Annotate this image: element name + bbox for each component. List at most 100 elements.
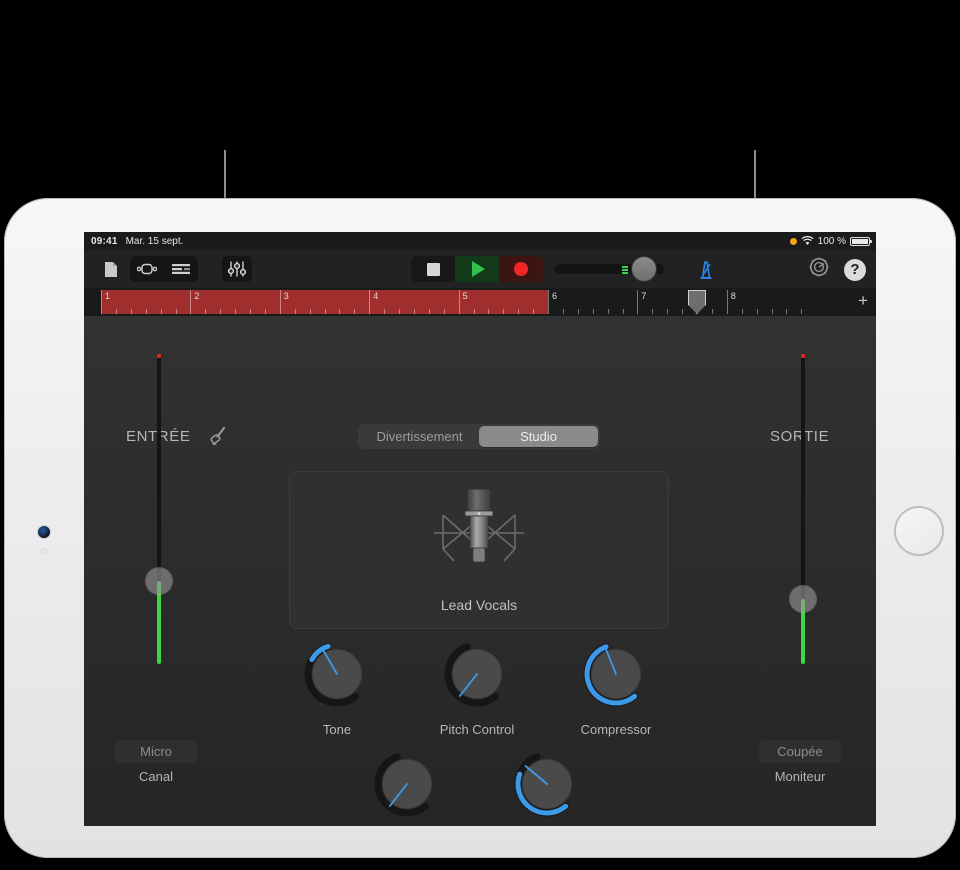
screenshot-root: 09:41 Mar. 15 sept. 100 % ? 1 2 3 4 5 6 … bbox=[0, 0, 960, 870]
output-peak-indicator bbox=[801, 354, 805, 358]
mixer-faders-icon[interactable] bbox=[222, 256, 252, 282]
knob-dial-icon bbox=[304, 643, 362, 707]
segment-studio[interactable]: Studio bbox=[479, 426, 598, 447]
ruler-sub-tick bbox=[250, 309, 251, 314]
battery-full-icon bbox=[850, 236, 872, 246]
ruler-bar-tick bbox=[279, 290, 281, 314]
ruler-bar-number: 1 bbox=[105, 291, 111, 301]
ruler-sub-tick bbox=[682, 309, 684, 314]
ruler-sub-tick bbox=[741, 309, 743, 314]
ruler-sub-tick bbox=[115, 309, 117, 314]
knob-compressor[interactable]: Compressor bbox=[571, 638, 661, 737]
ruler-sub-tick bbox=[518, 309, 520, 314]
monitor-button[interactable]: Coupée bbox=[759, 740, 841, 763]
ruler-sub-tick bbox=[786, 309, 788, 314]
knob-dial-icon bbox=[514, 753, 572, 817]
volume-level-icon bbox=[622, 266, 628, 274]
stop-button[interactable] bbox=[411, 256, 455, 282]
ruler-sub-tick bbox=[771, 309, 773, 314]
instrument-cable-icon[interactable] bbox=[208, 426, 230, 448]
segment-divertissement[interactable]: Divertissement bbox=[360, 426, 479, 447]
record-button[interactable] bbox=[499, 256, 543, 282]
ipad-screen: 09:41 Mar. 15 sept. 100 % ? 1 2 3 4 5 6 … bbox=[84, 232, 876, 826]
ruler-bar-number: 8 bbox=[730, 291, 736, 301]
ruler-sub-tick bbox=[175, 309, 177, 314]
ruler-sub-tick bbox=[756, 309, 758, 314]
channel-button[interactable]: Micro bbox=[115, 740, 197, 763]
knob-pitch-control[interactable]: Pitch Control bbox=[432, 638, 522, 737]
ruler-sub-tick bbox=[294, 309, 296, 314]
ruler-sub-tick bbox=[399, 309, 400, 314]
ruler-bar-number: 6 bbox=[552, 291, 558, 301]
ruler-sub-tick bbox=[503, 309, 505, 314]
output-fader[interactable] bbox=[790, 354, 816, 664]
record-icon bbox=[514, 262, 528, 276]
ambient-sensor-icon bbox=[41, 548, 48, 555]
ruler-sub-tick bbox=[622, 309, 624, 314]
ruler-bar-number: 5 bbox=[462, 291, 468, 301]
play-icon bbox=[472, 261, 485, 277]
ruler-sub-tick bbox=[413, 309, 415, 314]
ruler-sub-tick bbox=[264, 309, 266, 314]
master-volume-knob[interactable] bbox=[632, 257, 656, 281]
metronome-icon[interactable] bbox=[694, 258, 718, 282]
knob-label: Pitch Control bbox=[439, 722, 515, 737]
ruler-bar-number: 2 bbox=[194, 291, 200, 301]
track-list-icon[interactable] bbox=[166, 256, 196, 282]
channel-group: Micro Canal bbox=[93, 740, 219, 784]
ruler-sub-tick bbox=[652, 309, 654, 314]
ruler-sub-tick bbox=[205, 309, 207, 314]
ruler-sub-tick bbox=[130, 309, 132, 314]
ruler-sub-tick bbox=[667, 309, 669, 314]
preset-name: Lead Vocals bbox=[440, 597, 518, 613]
monitor-sub-label: Moniteur bbox=[774, 769, 826, 784]
add-section-button[interactable]: + bbox=[858, 292, 868, 310]
home-button[interactable] bbox=[896, 508, 942, 554]
input-fader[interactable] bbox=[146, 354, 172, 664]
ruler-sub-tick bbox=[428, 309, 430, 314]
ruler-sub-tick bbox=[592, 309, 594, 314]
preset-card[interactable]: Lead Vocals bbox=[289, 471, 669, 629]
ruler-bar-tick bbox=[101, 290, 102, 314]
ruler-sub-tick bbox=[533, 309, 535, 314]
ruler-bar-tick bbox=[190, 290, 192, 314]
ruler-bar-tick bbox=[637, 290, 639, 314]
output-fader-knob[interactable] bbox=[790, 586, 816, 612]
preset-category-segmented-control[interactable]: Divertissement Studio bbox=[358, 424, 600, 449]
ruler-bar-number: 4 bbox=[373, 291, 379, 301]
transport-controls bbox=[411, 256, 543, 282]
settings-gear-icon[interactable] bbox=[808, 256, 830, 283]
ruler-bar-tick bbox=[458, 290, 460, 314]
knob-tone[interactable]: Tone bbox=[292, 638, 382, 737]
timeline-ruler[interactable]: 1 2 3 4 5 6 7 8 + bbox=[84, 288, 876, 316]
ruler-sub-tick bbox=[562, 309, 564, 314]
ruler-bar-tick bbox=[369, 290, 371, 314]
ruler-bar-tick bbox=[548, 290, 549, 314]
knob-vocal-hall[interactable]: Vocal Hall bbox=[502, 748, 592, 826]
document-icon[interactable] bbox=[96, 256, 126, 282]
wifi-icon bbox=[801, 236, 814, 245]
stop-icon bbox=[426, 262, 440, 276]
ruler-sub-tick bbox=[220, 309, 222, 314]
ruler-sub-tick bbox=[354, 309, 356, 314]
knob-drive[interactable]: Drive bbox=[362, 748, 452, 826]
ruler-sub-tick bbox=[801, 309, 803, 314]
play-button[interactable] bbox=[455, 256, 499, 282]
ruler-sub-tick bbox=[711, 309, 713, 314]
status-time: 09:41 bbox=[91, 235, 118, 247]
playhead-marker[interactable] bbox=[688, 290, 706, 314]
ruler-sub-tick bbox=[235, 309, 237, 314]
knob-label: Compressor bbox=[580, 722, 652, 737]
status-bar: 09:41 Mar. 15 sept. 100 % bbox=[84, 232, 876, 250]
channel-sub-label: Canal bbox=[139, 769, 173, 784]
ruler-sub-tick bbox=[160, 309, 162, 314]
ruler-sub-tick bbox=[324, 309, 326, 314]
input-fader-knob[interactable] bbox=[146, 568, 172, 594]
battery-percent: 100 % bbox=[817, 235, 846, 247]
smart-control-panel: ENTRÉE SORTIE Divertissement Studio bbox=[84, 316, 876, 826]
ruler-sub-tick bbox=[145, 309, 147, 314]
loop-browser-icon[interactable] bbox=[132, 256, 162, 282]
help-button[interactable]: ? bbox=[844, 258, 866, 281]
ruler-sub-tick bbox=[339, 309, 341, 314]
knob-label: Tone bbox=[322, 722, 352, 737]
